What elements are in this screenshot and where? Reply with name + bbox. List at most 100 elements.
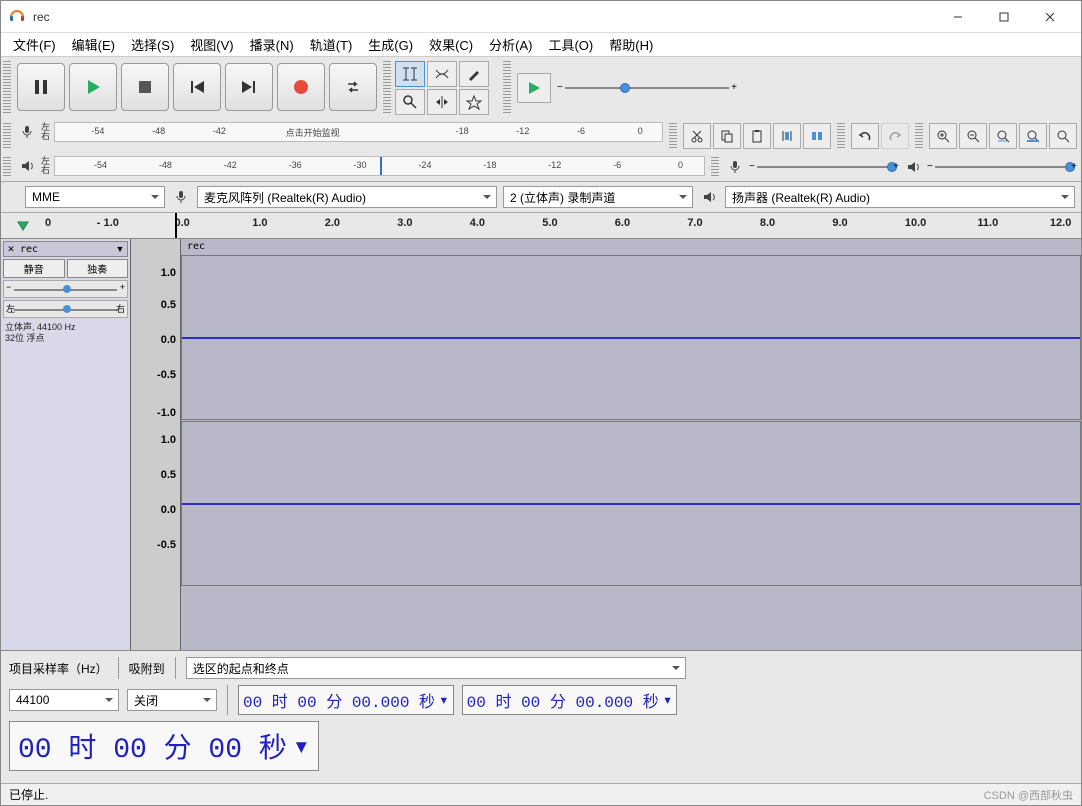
track-format-info: 立体声, 44100 Hz 32位 浮点 — [3, 320, 128, 346]
menubar: 文件(F) 编辑(E) 选择(S) 视图(V) 播录(N) 轨道(T) 生成(G… — [1, 33, 1081, 57]
menu-select[interactable]: 选择(S) — [123, 33, 182, 56]
pan-slider[interactable]: 左 右 — [3, 300, 128, 318]
silence-button[interactable] — [803, 123, 831, 149]
cut-button[interactable] — [683, 123, 711, 149]
speaker-icon — [903, 157, 923, 177]
track-name[interactable]: rec — [18, 244, 113, 255]
mic-icon — [17, 122, 37, 142]
zoom-tool[interactable] — [395, 89, 425, 115]
audio-host-combo[interactable]: MME — [25, 186, 165, 208]
watermark: CSDN @西部秋虫 — [984, 787, 1073, 803]
menu-effect[interactable]: 效果(C) — [421, 33, 481, 56]
grip[interactable] — [669, 123, 677, 149]
record-button[interactable] — [277, 63, 325, 111]
selection-toolbar: 项目采样率（Hz） 吸附到 选区的起点和终点 44100 关闭 00 时 00 … — [1, 650, 1081, 783]
menu-file[interactable]: 文件(F) — [5, 33, 64, 56]
menu-edit[interactable]: 编辑(E) — [64, 33, 123, 56]
playback-volume-slider[interactable]: −+ — [927, 159, 1077, 175]
selection-tool[interactable] — [395, 61, 425, 87]
track-menu-button[interactable]: ▼ — [113, 244, 127, 254]
selection-start-time[interactable]: 00 时 00 分 00.000 秒▾ — [238, 685, 454, 715]
envelope-tool[interactable] — [427, 61, 457, 87]
minimize-button[interactable] — [935, 2, 981, 32]
app-logo-icon — [9, 9, 25, 25]
snap-to-combo[interactable]: 关闭 — [127, 689, 217, 711]
grip[interactable] — [503, 61, 511, 115]
statusbar: 已停止. CSDN @西部秋虫 — [1, 783, 1081, 805]
solo-button[interactable]: 独奏 — [67, 259, 129, 278]
fit-project-button[interactable] — [1019, 123, 1047, 149]
waveform-area[interactable]: rec — [181, 239, 1081, 650]
project-rate-combo[interactable]: 44100 — [9, 689, 119, 711]
window-title: rec — [33, 10, 935, 24]
playback-speed-slider[interactable]: − + — [557, 80, 737, 96]
grip[interactable] — [837, 123, 845, 149]
stop-button[interactable] — [121, 63, 169, 111]
track-control-panel: ✕ rec ▼ 静音 独奏 − + 左 右 立体声, 44100 Hz — [1, 239, 131, 650]
playback-meter[interactable]: -54 -48 -42 -36 -30 -24 -18 -12 -6 0 — [54, 156, 705, 176]
menu-generate[interactable]: 生成(G) — [360, 33, 421, 56]
timeshift-tool[interactable] — [427, 89, 457, 115]
menu-help[interactable]: 帮助(H) — [601, 33, 661, 56]
play-at-speed-button[interactable] — [517, 73, 551, 103]
zoom-toggle-button[interactable] — [1049, 123, 1077, 149]
menu-tracks[interactable]: 轨道(T) — [302, 33, 361, 56]
trim-button[interactable] — [773, 123, 801, 149]
recording-channels-combo[interactable]: 2 (立体声) 录制声道 — [503, 186, 693, 208]
toolbar-area: − + 左右 -54 -48 -42 点击开始监视 -18 -12 — [1, 57, 1081, 182]
tracks-area: ✕ rec ▼ 静音 独奏 − + 左 右 立体声, 44100 Hz — [1, 239, 1081, 650]
timeline-playhead-icon — [16, 219, 30, 233]
track-close-button[interactable]: ✕ — [4, 244, 18, 255]
play-button[interactable] — [69, 63, 117, 111]
mic-icon — [725, 157, 745, 177]
mute-button[interactable]: 静音 — [3, 259, 65, 278]
grip[interactable] — [3, 157, 11, 177]
zoom-out-button[interactable] — [959, 123, 987, 149]
grip[interactable] — [711, 157, 719, 177]
timeline[interactable]: 0 - 1.0 0.0 1.0 2.0 3.0 4.0 5.0 6.0 7.0 … — [1, 213, 1081, 239]
selection-mode-combo[interactable]: 选区的起点和终点 — [186, 657, 686, 679]
menu-view[interactable]: 视图(V) — [182, 33, 241, 56]
speaker-icon — [699, 187, 719, 207]
clip-label: rec — [187, 241, 205, 252]
menu-tools[interactable]: 工具(O) — [540, 33, 601, 56]
recording-device-combo[interactable]: 麦克风阵列 (Realtek(R) Audio) — [197, 186, 497, 208]
mic-icon — [171, 187, 191, 207]
snap-to-label: 吸附到 — [129, 660, 165, 677]
speaker-icon — [17, 156, 37, 176]
pause-button[interactable] — [17, 63, 65, 111]
menu-transport[interactable]: 播录(N) — [242, 33, 302, 56]
recording-meter[interactable]: -54 -48 -42 点击开始监视 -18 -12 -6 0 — [54, 122, 663, 142]
recording-volume-slider[interactable]: −+ — [749, 159, 899, 175]
grip[interactable] — [3, 123, 11, 149]
project-rate-label: 项目采样率（Hz） — [9, 660, 108, 677]
selection-end-time[interactable]: 00 时 00 分 00.000 秒▾ — [462, 685, 678, 715]
device-toolbar: MME 麦克风阵列 (Realtek(R) Audio) 2 (立体声) 录制声… — [1, 182, 1081, 213]
gain-slider[interactable]: − + — [3, 280, 128, 298]
fit-selection-button[interactable] — [989, 123, 1017, 149]
skip-start-button[interactable] — [173, 63, 221, 111]
grip[interactable] — [3, 61, 11, 115]
loop-button[interactable] — [329, 63, 377, 111]
status-text: 已停止. — [9, 786, 48, 803]
maximize-button[interactable] — [981, 2, 1027, 32]
close-button[interactable] — [1027, 2, 1073, 32]
copy-button[interactable] — [713, 123, 741, 149]
grip[interactable] — [383, 61, 391, 115]
lr-label: 左右 — [41, 157, 50, 175]
undo-button[interactable] — [851, 123, 879, 149]
menu-analyze[interactable]: 分析(A) — [481, 33, 540, 56]
playback-device-combo[interactable]: 扬声器 (Realtek(R) Audio) — [725, 186, 1075, 208]
redo-button[interactable] — [881, 123, 909, 149]
audio-position-time[interactable]: 00 时 00 分 00 秒▾ — [9, 721, 319, 771]
grip[interactable] — [915, 123, 923, 149]
meter-cursor — [380, 157, 382, 175]
playback-cursor — [175, 213, 177, 238]
amplitude-ruler: 1.0 0.5 0.0 -0.5 -1.0 1.0 0.5 0.0 -0.5 — [131, 239, 181, 650]
multi-tool[interactable] — [459, 89, 489, 115]
zoom-in-button[interactable] — [929, 123, 957, 149]
paste-button[interactable] — [743, 123, 771, 149]
skip-end-button[interactable] — [225, 63, 273, 111]
titlebar: rec — [1, 1, 1081, 33]
draw-tool[interactable] — [459, 61, 489, 87]
